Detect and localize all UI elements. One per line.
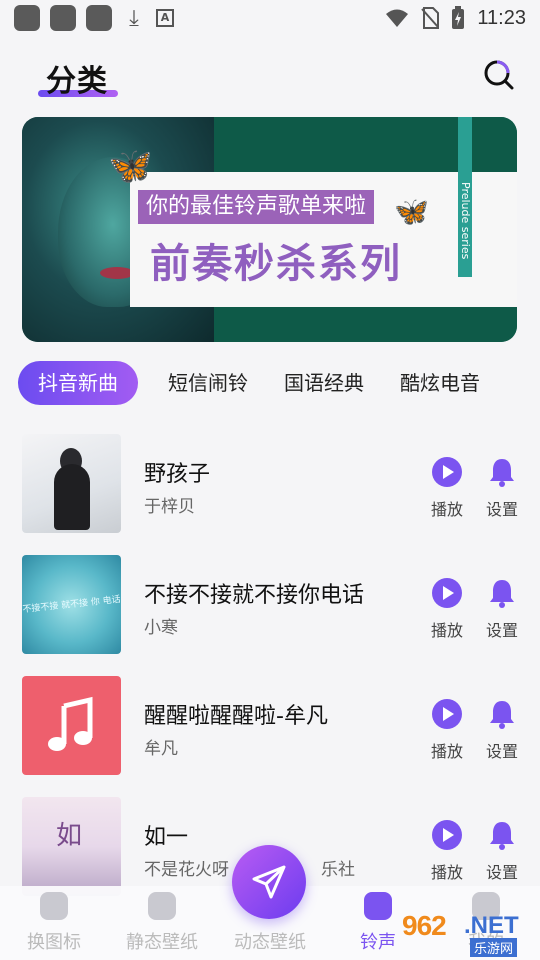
cover-text: 如	[56, 821, 83, 851]
set-label: 设置	[485, 500, 518, 519]
image-icon	[148, 892, 176, 920]
bell-icon	[490, 701, 514, 729]
play-button[interactable]: 播放	[427, 456, 467, 520]
play-button[interactable]: 播放	[427, 819, 467, 883]
song-cover	[22, 434, 121, 533]
font-a-icon: A	[156, 9, 174, 27]
paper-plane-icon	[252, 865, 286, 899]
nav-static-wallpaper[interactable]: 静态壁纸	[108, 886, 216, 960]
battery-charging-icon	[452, 6, 465, 29]
bell-icon	[490, 822, 514, 850]
play-label: 播放	[430, 863, 463, 882]
music-note-icon	[47, 696, 92, 751]
watermark-sub: 乐游网	[470, 938, 518, 957]
wifi-icon	[386, 9, 409, 27]
nav-change-icon[interactable]: 换图标	[0, 886, 108, 960]
notification-app-icon	[14, 5, 40, 31]
list-item[interactable]: 野孩子 于梓贝 播放 设置	[0, 432, 540, 553]
nav-label: 动态壁纸	[234, 932, 306, 953]
notification-app-icon	[50, 5, 76, 31]
search-button[interactable]	[482, 58, 516, 92]
banner-headline: 前奏秒杀系列	[150, 241, 402, 287]
list-item[interactable]: 不接不接 就不接 你 电话 不接不接就不接你电话 小寒 播放 设置	[0, 553, 540, 674]
tab-cool-electronic[interactable]: 酷炫电音	[384, 361, 496, 405]
song-cover: 不接不接 就不接 你 电话	[22, 555, 121, 654]
song-artist: 小寒	[144, 618, 178, 638]
download-icon: ⤓	[129, 5, 139, 31]
cover-text: 不接不接 就不接 你 电话	[22, 594, 121, 616]
song-title: 不接不接就不接你电话	[144, 583, 365, 608]
song-artist-name: 不是花火呀	[144, 860, 229, 880]
song-artist: 牟凡	[144, 739, 178, 759]
bell-icon	[490, 459, 514, 487]
app-icon-icon	[40, 892, 68, 920]
song-artist: 于梓贝	[144, 497, 195, 517]
set-label: 设置	[485, 621, 518, 640]
set-label: 设置	[485, 742, 518, 761]
page-title: 分类	[46, 64, 108, 99]
send-fab-button[interactable]	[232, 845, 306, 919]
play-button[interactable]: 播放	[427, 698, 467, 762]
site-watermark: 962 .NET 乐游网	[398, 910, 540, 958]
banner-tagline: 你的最佳铃声歌单来啦	[138, 190, 375, 224]
set-ringtone-button[interactable]: 设置	[482, 577, 522, 641]
page-header: 分类	[0, 52, 540, 102]
set-ringtone-button[interactable]: 设置	[482, 456, 522, 520]
status-bar: ⤓ A 11:23	[0, 0, 540, 36]
watermark-domain: .NET	[464, 912, 519, 939]
bell-icon	[490, 580, 514, 608]
song-title: 野孩子	[144, 462, 211, 487]
play-icon	[432, 578, 462, 608]
search-icon	[484, 60, 514, 90]
category-tabs: 抖音新曲 短信闹铃 国语经典 酷炫电音	[18, 360, 522, 406]
list-item[interactable]: 醒醒啦醒醒啦-牟凡 牟凡 播放 设置	[0, 674, 540, 795]
song-cover: 如	[22, 797, 121, 896]
play-icon	[432, 820, 462, 850]
play-icon	[432, 457, 462, 487]
butterfly-icon: 🦋	[108, 146, 153, 187]
butterfly-icon: 🦋	[394, 195, 429, 228]
no-sim-icon	[421, 7, 440, 29]
play-label: 播放	[430, 621, 463, 640]
banner-side-text: Prelude series	[459, 182, 472, 260]
nav-label: 换图标	[27, 932, 81, 953]
bell-icon	[364, 892, 392, 920]
set-label: 设置	[485, 863, 518, 882]
banner-lips	[100, 267, 134, 279]
set-ringtone-button[interactable]: 设置	[482, 819, 522, 883]
song-title: 醒醒啦醒醒啦-牟凡	[144, 704, 328, 729]
play-icon	[432, 699, 462, 729]
tab-douyin-new[interactable]: 抖音新曲	[18, 361, 138, 405]
promo-banner[interactable]: 你的最佳铃声歌单来啦 前奏秒杀系列 Prelude series 🦋 🦋	[22, 117, 517, 342]
nav-label: 静态壁纸	[126, 932, 198, 953]
status-notifications: ⤓ A	[14, 5, 174, 31]
status-system: 11:23	[385, 6, 526, 30]
watermark-number: 962	[402, 910, 447, 941]
song-cover	[22, 676, 121, 775]
song-artist-suffix: 乐社	[321, 860, 355, 880]
tab-sms-alarm[interactable]: 短信闹铃	[152, 361, 264, 405]
play-button[interactable]: 播放	[427, 577, 467, 641]
clock: 11:23	[477, 6, 526, 29]
set-ringtone-button[interactable]: 设置	[482, 698, 522, 762]
notification-app-icon	[86, 5, 112, 31]
ringtone-list: 野孩子 于梓贝 播放 设置 不接不接 就不接 你 电话 不接不接就不接你电话 小…	[0, 432, 540, 916]
play-label: 播放	[430, 500, 463, 519]
tab-mandarin-classic[interactable]: 国语经典	[268, 361, 380, 405]
cover-figure-body	[54, 464, 90, 530]
song-title: 如一	[144, 825, 189, 850]
play-label: 播放	[430, 742, 463, 761]
app-screen: ⤓ A 11:23 分类 你的最佳铃声歌单来啦 前奏秒杀系列 Prelude s…	[0, 0, 540, 960]
